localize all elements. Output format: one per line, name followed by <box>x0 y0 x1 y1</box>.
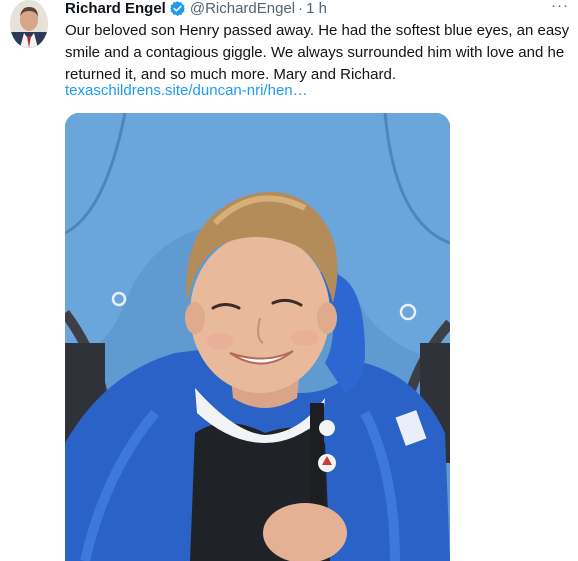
tweet: Richard Engel @RichardEngel · 1 h ··· Ou… <box>0 0 578 561</box>
tweet-photo[interactable] <box>65 113 450 561</box>
tweet-header: Richard Engel @RichardEngel · 1 h <box>65 0 327 17</box>
separator-dot: · <box>298 0 304 17</box>
verified-badge-icon <box>169 0 186 17</box>
display-name[interactable]: Richard Engel <box>65 0 166 17</box>
more-options-icon[interactable]: ··· <box>548 0 572 16</box>
tweet-link[interactable]: texaschildrens.site/duncan-nri/hen… <box>65 80 308 102</box>
handle[interactable]: @RichardEngel <box>190 0 295 17</box>
timestamp[interactable]: 1 h <box>306 0 327 17</box>
avatar[interactable] <box>10 0 48 48</box>
tweet-text: Our beloved son Henry passed away. He ha… <box>65 22 570 83</box>
